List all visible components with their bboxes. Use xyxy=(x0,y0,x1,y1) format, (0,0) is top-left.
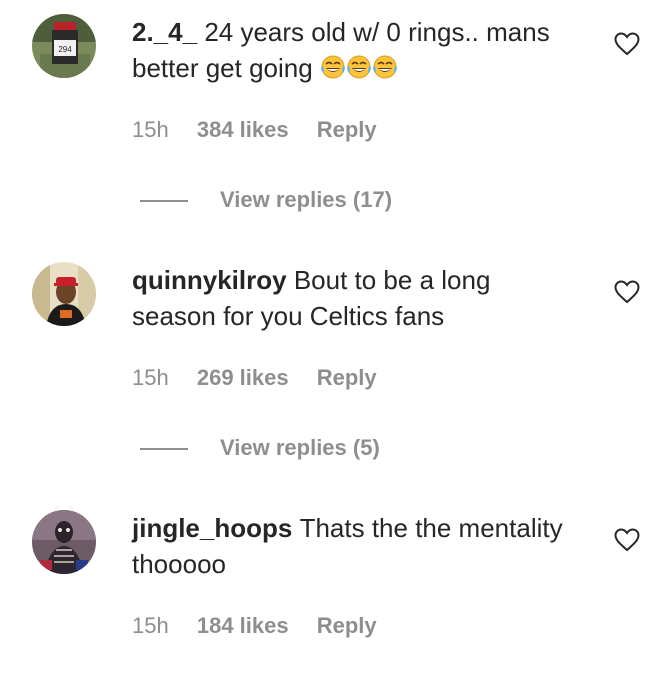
comment-time: 15h xyxy=(132,365,169,390)
reply-button[interactable]: Reply xyxy=(317,117,377,142)
comment-likes[interactable]: 269 likes xyxy=(197,365,289,390)
avatar-photo-icon: 294 xyxy=(32,14,96,78)
comment-username[interactable]: quinnykilroy xyxy=(132,265,287,295)
avatar[interactable]: 294 xyxy=(32,14,96,78)
comment-meta: 15h 384 likes Reply xyxy=(132,116,399,144)
replies-divider-line xyxy=(140,448,188,451)
comment-text-block: jingle_hoops Thats the the mentality tho… xyxy=(132,510,572,582)
reply-button[interactable]: Reply xyxy=(317,365,377,390)
comment-text-block: quinnykilroy Bout to be a long season fo… xyxy=(132,262,572,334)
avatar-photo-icon xyxy=(32,510,96,574)
comment-meta: 15h 184 likes Reply xyxy=(132,612,399,640)
view-replies-button[interactable]: View replies (5) xyxy=(140,434,380,462)
comment-time: 15h xyxy=(132,613,169,638)
avatar-badge-text: 294 xyxy=(58,45,72,54)
comment-username[interactable]: jingle_hoops xyxy=(132,513,292,543)
comment-likes[interactable]: 384 likes xyxy=(197,117,289,142)
like-heart-icon[interactable] xyxy=(614,32,640,56)
replies-divider-line xyxy=(140,200,188,203)
tears-of-joy-emoji-icon xyxy=(320,53,398,89)
view-replies-label: View replies (17) xyxy=(220,187,393,212)
comment-time: 15h xyxy=(132,117,169,142)
view-replies-label: View replies (5) xyxy=(220,435,380,460)
comment-text-block: 2._4_ 24 years old w/ 0 rings.. mans bet… xyxy=(132,14,572,89)
avatar[interactable] xyxy=(32,510,96,574)
avatar[interactable] xyxy=(32,262,96,326)
like-heart-icon[interactable] xyxy=(614,528,640,552)
comment-likes[interactable]: 184 likes xyxy=(197,613,289,638)
comment-username[interactable]: 2._4_ xyxy=(132,17,197,47)
view-replies-button[interactable]: View replies (17) xyxy=(140,186,392,214)
comment-meta: 15h 269 likes Reply xyxy=(132,364,399,392)
avatar-photo-icon xyxy=(32,262,96,326)
reply-button[interactable]: Reply xyxy=(317,613,377,638)
like-heart-icon[interactable] xyxy=(614,280,640,304)
